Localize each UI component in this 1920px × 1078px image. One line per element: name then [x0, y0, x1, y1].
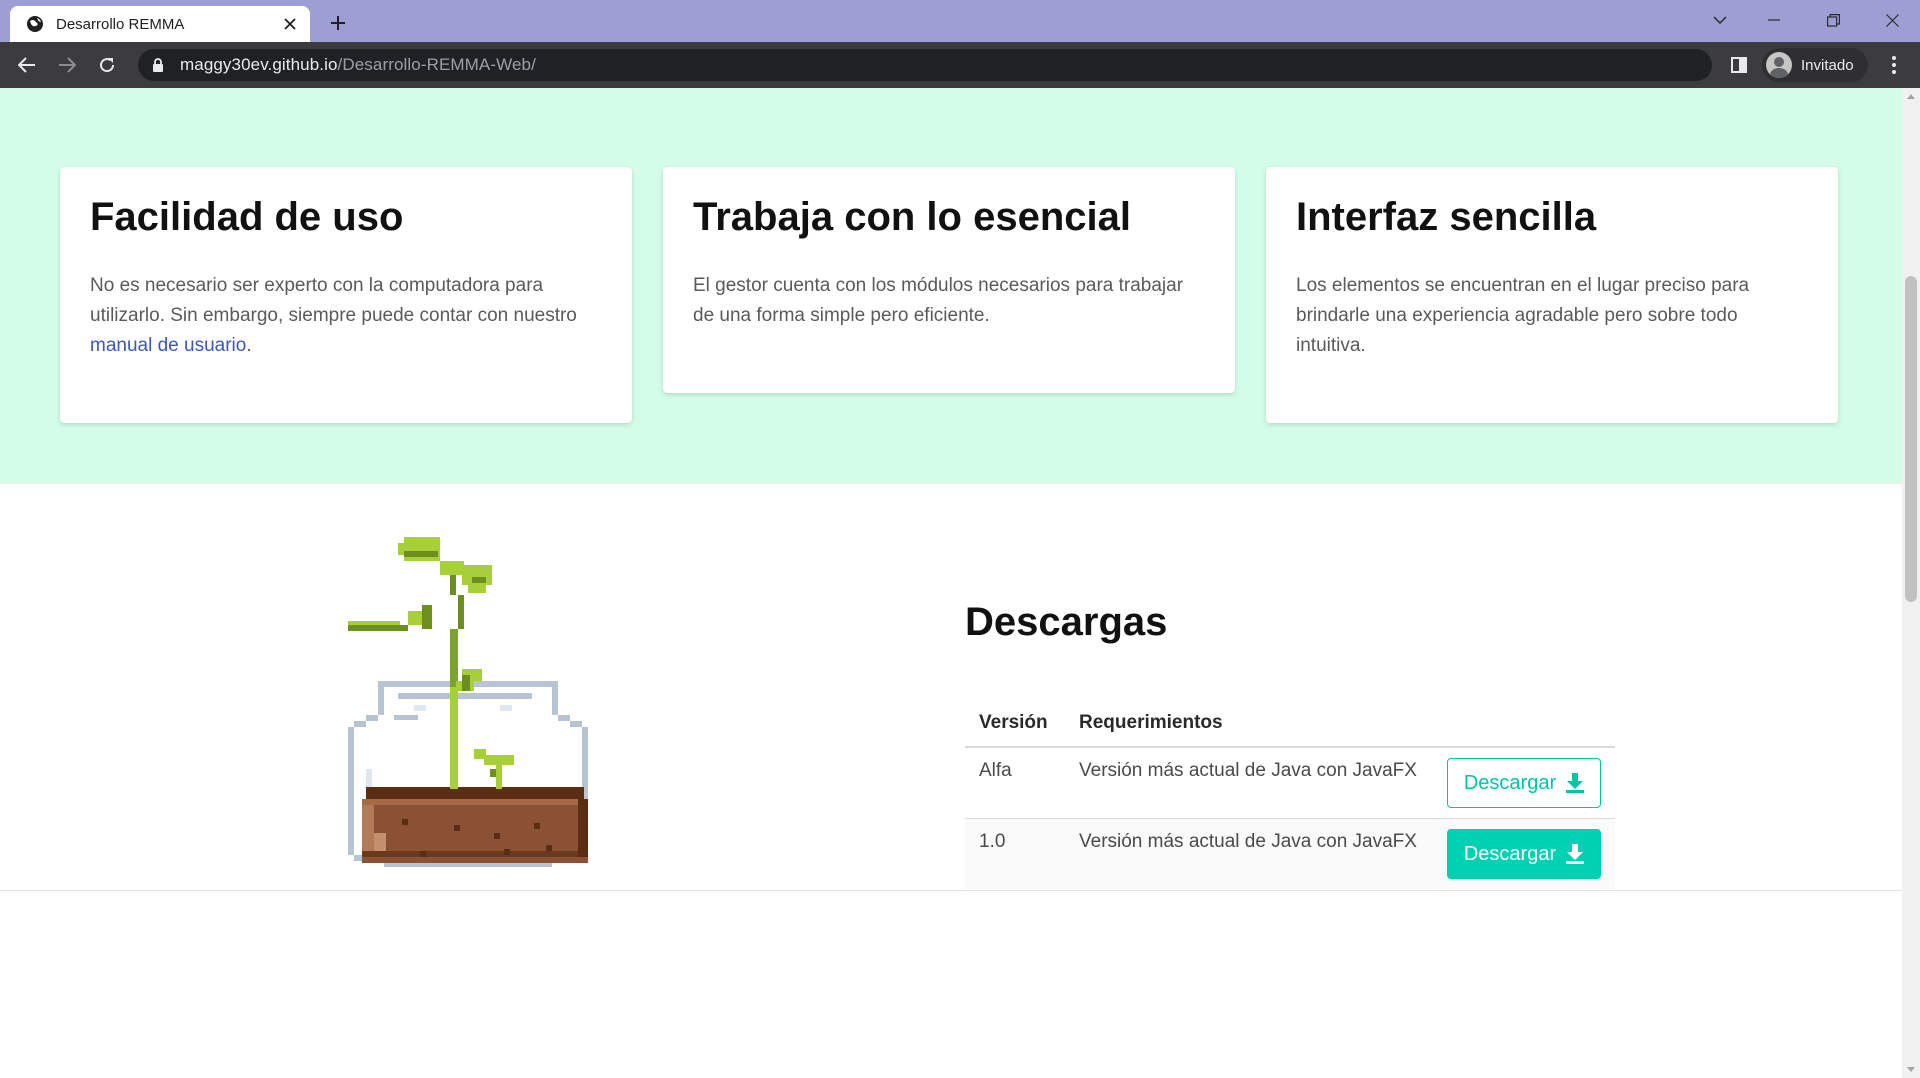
page-viewport: Facilidad de uso No es necesario ser exp… — [0, 88, 1902, 1078]
table-header-row: Versión Requerimientos — [965, 700, 1615, 748]
feature-card-essentials: Trabaja con lo esencial El gestor cuenta… — [663, 167, 1235, 393]
feature-card-ease-of-use: Facilidad de uso No es necesario ser exp… — [60, 167, 632, 423]
tab-strip: Desarrollo REMMA — [0, 0, 1920, 42]
lock-icon — [153, 58, 163, 72]
features-section: Facilidad de uso No es necesario ser exp… — [0, 88, 1902, 485]
feature-card-simple-interface: Interfaz sencilla Los elementos se encue… — [1266, 167, 1838, 423]
tab-search-icon[interactable] — [1692, 0, 1748, 40]
requirements-cell: Versión más actual de Java con JavaFX — [1065, 747, 1433, 819]
url-text: maggy30ev.github.io/Desarrollo-REMMA-Web… — [180, 55, 536, 75]
url-host: maggy30ev.github.io — [180, 55, 338, 74]
downloads-table: Versión Requerimientos Alfa Versión más … — [965, 700, 1615, 889]
feature-text: Los elementos se encuentran en el lugar … — [1296, 275, 1750, 356]
tab-title: Desarrollo REMMA — [56, 15, 185, 33]
profile-button[interactable]: Invitado — [1762, 48, 1868, 82]
user-manual-link[interactable]: manual de usuario — [90, 335, 246, 356]
downloads-title: Descargas — [965, 600, 1168, 644]
feature-text: El gestor cuenta con los módulos necesar… — [693, 275, 1184, 326]
more-menu-icon[interactable] — [1880, 51, 1908, 79]
action-cell: Descargar — [1433, 818, 1615, 889]
profile-label: Invitado — [1801, 56, 1854, 74]
download-1-0-button[interactable]: Descargar — [1447, 829, 1601, 879]
back-icon[interactable] — [13, 51, 41, 79]
requirements-cell: Versión más actual de Java con JavaFX — [1065, 818, 1433, 889]
download-icon — [1566, 844, 1585, 864]
feature-text-body: No es necesario ser experto con la compu… — [90, 275, 577, 326]
forward-icon[interactable] — [53, 51, 81, 79]
browser-toolbar: maggy30ev.github.io/Desarrollo-REMMA-Web… — [0, 42, 1920, 88]
scrollbar-thumb[interactable] — [1905, 276, 1917, 602]
download-alfa-button[interactable]: Descargar — [1447, 758, 1601, 808]
downloads-section — [0, 484, 1902, 891]
action-cell: Descargar — [1433, 747, 1615, 819]
close-window-icon[interactable] — [1864, 0, 1920, 40]
address-bar[interactable]: maggy30ev.github.io/Desarrollo-REMMA-Web… — [138, 49, 1712, 81]
feature-title: Facilidad de uso — [90, 195, 404, 239]
feature-title: Trabaja con lo esencial — [693, 195, 1131, 239]
close-tab-icon[interactable] — [276, 10, 304, 38]
download-button-label: Descargar — [1463, 842, 1557, 865]
globe-icon — [27, 16, 43, 32]
minimize-icon[interactable] — [1746, 0, 1802, 40]
reload-icon[interactable] — [93, 51, 121, 79]
scroll-up-icon[interactable] — [1907, 94, 1915, 99]
feature-text-end: . — [246, 335, 252, 356]
url-path: /Desarrollo-REMMA-Web/ — [337, 55, 536, 74]
column-header-requirements: Requerimientos — [1065, 700, 1433, 748]
vertical-scrollbar[interactable] — [1902, 88, 1920, 1078]
side-panel-icon[interactable] — [1725, 51, 1753, 79]
download-icon — [1566, 773, 1585, 793]
version-cell: 1.0 — [965, 818, 1065, 889]
table-row: Alfa Versión más actual de Java con Java… — [965, 747, 1615, 819]
feature-text: No es necesario ser experto con la compu… — [90, 271, 602, 361]
feature-title: Interfaz sencilla — [1296, 195, 1597, 239]
version-cell: Alfa — [965, 747, 1065, 819]
download-button-label: Descargar — [1463, 771, 1557, 794]
table-row: 1.0 Versión más actual de Java con JavaF… — [965, 818, 1615, 889]
restore-icon[interactable] — [1805, 0, 1861, 40]
scroll-down-icon[interactable] — [1907, 1067, 1915, 1072]
browser-tab[interactable]: Desarrollo REMMA — [10, 6, 310, 42]
column-header-action — [1433, 700, 1615, 748]
column-header-version: Versión — [965, 700, 1065, 748]
new-tab-icon[interactable] — [324, 9, 352, 37]
plant-jar-illustration — [348, 537, 588, 867]
guest-avatar-icon — [1766, 52, 1792, 78]
